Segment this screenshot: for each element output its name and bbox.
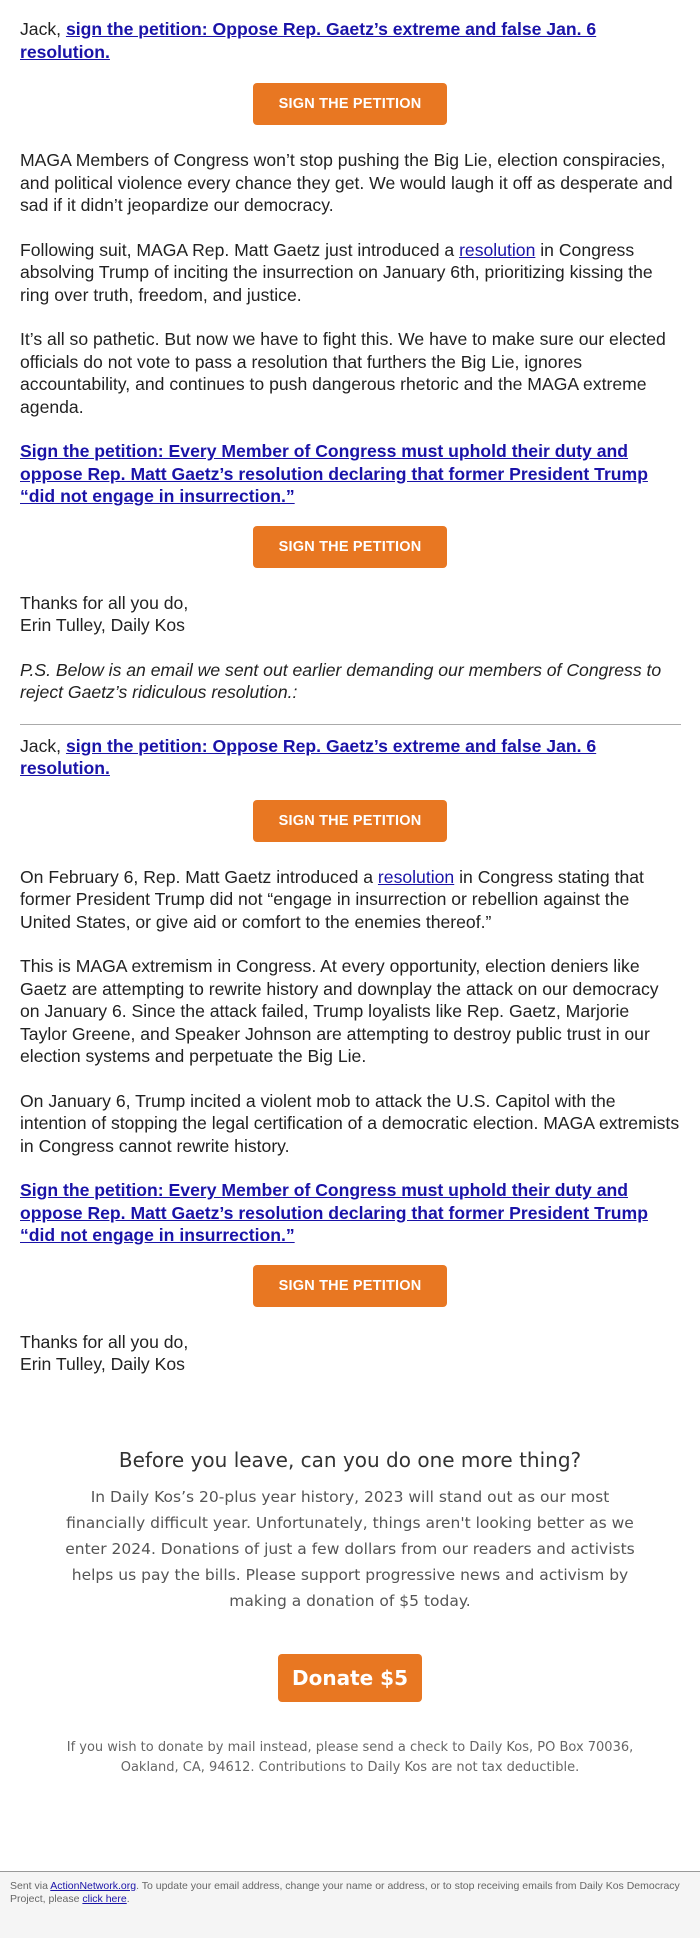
sign-petition-button-wrap: SIGN THE PETITION — [20, 799, 680, 842]
text-span: Sent via — [10, 1880, 51, 1892]
cta-petition-link[interactable]: Sign the petition: Every Member of Congr… — [20, 1180, 648, 1245]
sign-petition-button-wrap: SIGN THE PETITION — [20, 1264, 680, 1307]
thanks-line: Thanks for all you do, — [20, 1331, 189, 1352]
email-body: Jack, sign the petition: Oppose Rep. Gae… — [20, 18, 681, 1398]
text-span: . — [126, 1893, 130, 1905]
greeting-name: Jack, — [20, 19, 66, 39]
cta-paragraph: Sign the petition: Every Member of Congr… — [20, 1179, 680, 1247]
body-paragraph: On February 6, Rep. Matt Gaetz introduce… — [20, 866, 680, 934]
donate-heading: Before you leave, can you do one more th… — [118, 1448, 582, 1472]
body-paragraph: Following suit, MAGA Rep. Matt Gaetz jus… — [20, 239, 680, 307]
body-paragraph: This is MAGA extremism in Congress. At e… — [20, 956, 659, 1066]
donate-section: Before you leave, can you do one more th… — [60, 1448, 640, 1778]
resolution-link[interactable]: resolution — [459, 240, 535, 260]
cta-petition-link[interactable]: Sign the petition: Every Member of Congr… — [20, 441, 648, 506]
greeting-paragraph: Jack, sign the petition: Oppose Rep. Gae… — [20, 18, 680, 63]
text-span: On February 6, Rep. Matt Gaetz introduce… — [20, 866, 378, 887]
click-here-link[interactable]: click here — [82, 1893, 126, 1905]
text-span: Following suit, MAGA Rep. Matt Gaetz jus… — [20, 239, 460, 260]
donate-button[interactable]: Donate $5 — [278, 1654, 422, 1702]
body-paragraph: MAGA Members of Congress won’t stop push… — [20, 150, 673, 215]
petition-link[interactable]: sign the petition: Oppose Rep. Gaetz’s e… — [20, 736, 596, 779]
resolution-link[interactable]: resolution — [378, 867, 454, 887]
body-paragraph: On January 6, Trump incited a violent mo… — [20, 1090, 680, 1156]
ps-paragraph: P.S. Below is an email we sent out earli… — [20, 659, 662, 703]
email-footer: Sent via ActionNetwork.org. To update yo… — [0, 1871, 700, 1938]
thanks-line: Thanks for all you do, — [20, 592, 189, 613]
petition-link[interactable]: sign the petition: Oppose Rep. Gaetz’s e… — [20, 19, 596, 62]
body-paragraph: It’s all so pathetic. But now we have to… — [20, 329, 666, 417]
sign-petition-button-wrap: SIGN THE PETITION — [20, 525, 680, 568]
signature-line: Erin Tulley, Daily Kos — [20, 1354, 185, 1374]
sign-petition-button[interactable]: SIGN THE PETITION — [253, 1264, 447, 1307]
donate-button-wrap: Donate $5 — [60, 1654, 640, 1702]
donate-appeal-text: In Daily Kos’s 20-plus year history, 202… — [65, 1488, 635, 1610]
greeting-name: Jack, — [20, 735, 66, 756]
sign-petition-button[interactable]: SIGN THE PETITION — [253, 83, 447, 125]
signature-line: Erin Tulley, Daily Kos — [20, 615, 185, 635]
action-network-link[interactable]: ActionNetwork.org — [50, 1880, 136, 1892]
mail-donation-note: If you wish to donate by mail instead, p… — [66, 1740, 634, 1775]
sign-petition-button[interactable]: SIGN THE PETITION — [253, 525, 447, 568]
greeting-paragraph: Jack, sign the petition: Oppose Rep. Gae… — [20, 735, 680, 780]
section-divider — [20, 723, 681, 725]
sign-petition-button[interactable]: SIGN THE PETITION — [253, 799, 447, 842]
footer-text: Sent via ActionNetwork.org. To update yo… — [10, 1880, 690, 1906]
cta-paragraph: Sign the petition: Every Member of Congr… — [20, 440, 680, 508]
sign-petition-button-wrap: SIGN THE PETITION — [20, 83, 680, 125]
